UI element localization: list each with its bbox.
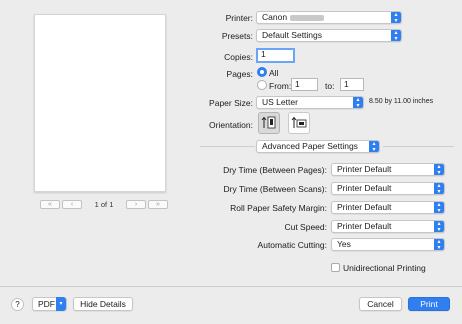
cancel-button[interactable]: Cancel [359, 297, 402, 311]
dry-time-scans-popup[interactable]: Printer Default ▴ ▾ [331, 182, 445, 195]
pages-all-label: All [269, 68, 279, 78]
dry-time-scans-value: Printer Default [337, 183, 392, 193]
pages-range-radio[interactable] [257, 80, 267, 90]
up-down-chevron-icon: ▴ ▾ [434, 221, 444, 232]
up-down-chevron-icon: ▴ ▾ [434, 239, 444, 250]
cut-speed-popup[interactable]: Printer Default ▴ ▾ [331, 220, 445, 233]
roll-paper-margin-value: Printer Default [337, 202, 392, 212]
section-menu-value: Advanced Paper Settings [262, 141, 358, 151]
copies-label: Copies: [224, 52, 253, 62]
cut-speed-label: Cut Speed: [284, 222, 327, 232]
presets-label: Presets: [221, 31, 253, 41]
preview-pager: « ‹ 1 of 1 › » [40, 199, 168, 209]
up-down-chevron-icon: ▴ ▾ [434, 202, 444, 213]
section-divider-right [383, 146, 454, 147]
orientation-label: Orientation: [209, 120, 253, 130]
dry-time-pages-label: Dry Time (Between Pages): [223, 165, 327, 175]
presets-popup[interactable]: Default Settings ▴ ▾ [256, 29, 402, 42]
roll-paper-margin-popup[interactable]: Printer Default ▴ ▾ [331, 201, 445, 214]
pdf-menu-button[interactable]: PDF ▾ [32, 297, 67, 311]
portrait-orientation-icon [261, 116, 276, 129]
previous-page-button[interactable]: ‹ [62, 199, 82, 209]
print-button[interactable]: Print [408, 297, 450, 311]
landscape-orientation-icon [291, 116, 307, 128]
paper-dimensions: 8.50 by 11.00 inches [369, 98, 434, 105]
landscape-orientation-button[interactable] [288, 112, 310, 134]
up-down-chevron-icon: ▴ ▾ [434, 164, 444, 175]
help-button[interactable]: ? [11, 298, 24, 311]
portrait-orientation-button[interactable] [258, 112, 280, 134]
pages-to-field[interactable]: 1 [340, 78, 364, 91]
printer-name-redacted [290, 14, 325, 21]
printer-label: Printer: [225, 13, 253, 23]
pages-from-label: From: [269, 81, 292, 91]
cut-speed-value: Printer Default [337, 221, 392, 231]
up-down-chevron-icon: ▴ ▾ [391, 30, 401, 41]
chevron-down-icon: ▾ [56, 297, 66, 311]
printer-popup[interactable]: Canon ▴ ▾ [256, 11, 402, 24]
pages-from-field[interactable]: 1 [291, 78, 318, 91]
paper-size-value: US Letter [262, 97, 298, 107]
dry-time-pages-value: Printer Default [337, 164, 392, 174]
dry-time-pages-popup[interactable]: Printer Default ▴ ▾ [331, 163, 445, 176]
automatic-cutting-label: Automatic Cutting: [257, 240, 327, 250]
up-down-chevron-icon: ▴ ▾ [369, 141, 379, 152]
paper-size-popup[interactable]: US Letter ▴ ▾ [256, 96, 364, 109]
unidirectional-label: Unidirectional Printing [343, 263, 426, 273]
next-page-button[interactable]: › [126, 199, 146, 209]
pdf-label: PDF [38, 299, 55, 309]
up-down-chevron-icon: ▴ ▾ [434, 183, 444, 194]
page-preview [34, 14, 166, 192]
page-count: 1 of 1 [94, 199, 114, 209]
pages-label: Pages: [226, 69, 253, 79]
copies-field[interactable]: 1 [256, 48, 295, 63]
printer-value: Canon [262, 12, 288, 22]
up-down-chevron-icon: ▴ ▾ [353, 97, 363, 108]
up-down-chevron-icon: ▴ ▾ [391, 12, 401, 23]
footer-divider [0, 286, 462, 287]
last-page-button[interactable]: » [148, 199, 168, 209]
automatic-cutting-value: Yes [337, 239, 351, 249]
paper-size-label: Paper Size: [209, 98, 253, 108]
section-divider-left [200, 146, 255, 147]
section-menu-popup[interactable]: Advanced Paper Settings ▴ ▾ [256, 140, 380, 153]
unidirectional-checkbox[interactable] [331, 263, 340, 272]
hide-details-button[interactable]: Hide Details [73, 297, 133, 311]
pages-all-radio[interactable] [257, 67, 267, 77]
dry-time-scans-label: Dry Time (Between Scans): [223, 184, 327, 194]
presets-value: Default Settings [262, 30, 323, 40]
pages-to-label: to: [325, 81, 335, 91]
roll-paper-margin-label: Roll Paper Safety Margin: [230, 203, 327, 213]
automatic-cutting-popup[interactable]: Yes ▴ ▾ [331, 238, 445, 251]
first-page-button[interactable]: « [40, 199, 60, 209]
